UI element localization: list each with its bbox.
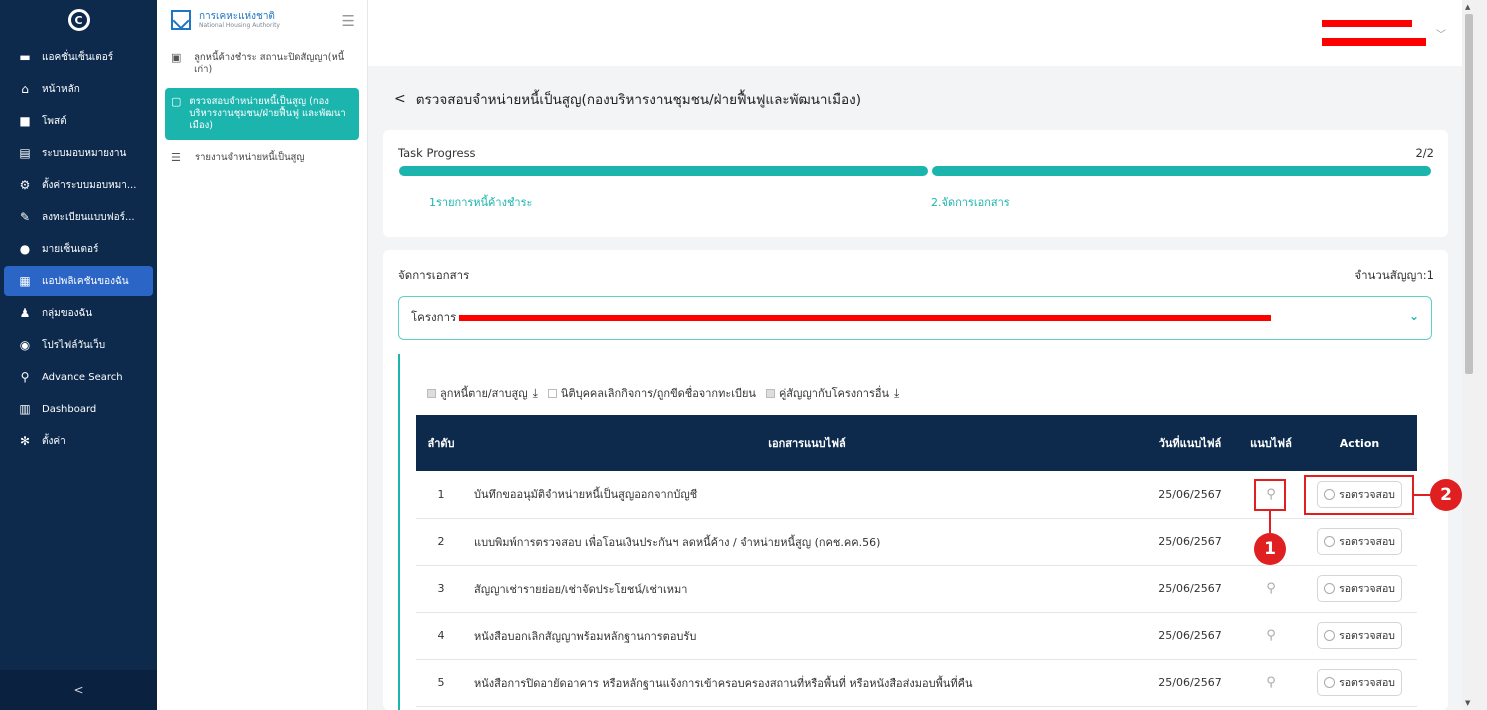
- sidebar-item-advance-search[interactable]: ⚲ Advance Search: [4, 362, 153, 392]
- progress-step-1[interactable]: 1รายการหนี้ค้างชำระ: [429, 193, 532, 211]
- sidebar-item-post[interactable]: ■ โพสต์: [4, 106, 153, 136]
- brand-title: การเคหะแห่งชาติ: [199, 11, 275, 22]
- top-bar: ﹀: [368, 0, 1462, 66]
- hamburger-menu-icon[interactable]: ☰: [342, 12, 355, 30]
- gear-icon: ⚙: [19, 178, 31, 192]
- brand-subtitle: National Housing Authority: [199, 22, 280, 29]
- review-status-button[interactable]: รอตรวจสอบ: [1317, 528, 1402, 555]
- review-status-button[interactable]: รอตรวจสอบ: [1317, 669, 1402, 696]
- sidebar-item-action-center[interactable]: ▬ แอคชั่นเซ็นเตอร์: [4, 42, 153, 72]
- brand: การเคหะแห่งชาติ National Housing Authori…: [157, 0, 367, 40]
- annotation-badge-1: 1: [1254, 533, 1286, 565]
- radio-icon: [1324, 583, 1336, 594]
- document-management-card: จัดการเอกสาร จำนวนสัญญา:1 โครงการ : ⌄ ลู…: [383, 250, 1448, 710]
- review-status-button[interactable]: รอตรวจสอบ: [1317, 575, 1402, 602]
- review-status-button[interactable]: รอตรวจสอบ: [1317, 622, 1402, 649]
- scroll-down-icon[interactable]: ▼: [1465, 699, 1470, 707]
- checkbox-deceased[interactable]: [427, 388, 436, 398]
- inbox-icon: ▬: [19, 50, 31, 64]
- chevron-down-icon[interactable]: ⌄: [1409, 309, 1419, 323]
- sidebar-item-profile[interactable]: ◉ โปรไฟล์วันเว็บ: [4, 330, 153, 360]
- table-row: 4 หนังสือบอกเลิกสัญญาพร้อมหลักฐานการตอบร…: [416, 612, 1417, 660]
- col-document: เอกสารแนบไฟล์: [466, 415, 1140, 471]
- checkbox-other-project[interactable]: [765, 388, 775, 398]
- highlight-action: [1304, 475, 1414, 515]
- progress-step-2[interactable]: 2.จัดการเอกสาร: [931, 193, 1010, 211]
- back-button[interactable]: <: [394, 91, 406, 107]
- sidebar-item-form-register[interactable]: ✎ ลงทะเบียนแบบฟอร์...: [4, 202, 153, 232]
- menu-item-bad-debt-review[interactable]: ▢ ตรวจสอบจำหน่ายหนี้เป็นสูญ (กองบริหารงาน…: [165, 88, 359, 140]
- col-date: วันที่แนบไฟล์: [1140, 415, 1240, 471]
- page-title: < ตรวจสอบจำหน่ายหนี้เป็นสูญ(กองบริหารงาน…: [394, 91, 861, 108]
- apps-icon: ▦: [19, 274, 31, 288]
- table-row: 3 สัญญาเช่ารายย่อย/เช่าจัดประโยชน์/เช่าเ…: [416, 565, 1417, 613]
- highlight-attachment: [1254, 479, 1286, 511]
- menu-item-outstanding-debtors[interactable]: ▣ ลูกหนี้ค้างชำระ สถานะปิดสัญญา(หนี้เก่า): [165, 44, 359, 84]
- radio-icon: [1324, 677, 1336, 688]
- project-label: โครงการ :: [411, 310, 464, 324]
- app-window: C ▬ แอคชั่นเซ็นเตอร์ ⌂ หน้าหลัก ■ โพสต์ ▤ ระ…: [0, 0, 1487, 710]
- sidebar-item-my-groups[interactable]: ♟ กลุ่มของฉัน: [4, 298, 153, 328]
- project-accordion[interactable]: โครงการ : ⌄: [398, 296, 1432, 340]
- sidebar-collapse-button[interactable]: <: [0, 670, 157, 710]
- search-icon[interactable]: ⚲: [1266, 628, 1276, 643]
- list-icon: ☰: [171, 151, 181, 164]
- col-action: Action: [1302, 415, 1417, 471]
- scroll-thumb[interactable]: [1465, 14, 1473, 374]
- scrollbar[interactable]: ▲ ▼: [1462, 0, 1487, 710]
- search-icon[interactable]: ⚲: [1266, 581, 1276, 596]
- search-icon[interactable]: ⚲: [1266, 675, 1276, 690]
- contract-count: จำนวนสัญญา:1: [1354, 268, 1434, 282]
- group-icon: ♟: [19, 306, 31, 320]
- radio-icon: [1324, 536, 1336, 547]
- profile-icon: ◉: [19, 338, 31, 352]
- document-icon: ▢: [171, 95, 182, 108]
- main-sidebar: C ▬ แอคชั่นเซ็นเตอร์ ⌂ หน้าหลัก ■ โพสต์ ▤ ระ…: [0, 0, 157, 710]
- sidebar-item-assignment-settings[interactable]: ⚙ ตั้งค่าระบบมอบหมา...: [4, 170, 153, 200]
- assignment-icon: ▤: [19, 146, 31, 160]
- progress-bar-step-1: [399, 166, 928, 176]
- settings-icon: ✻: [19, 434, 31, 448]
- checkbox-dissolved[interactable]: [547, 388, 557, 398]
- task-progress-card: Task Progress 2/2 1รายการหนี้ค้างชำระ 2.…: [383, 130, 1448, 237]
- col-attachment: แนบไฟล์: [1240, 415, 1302, 471]
- download-icon[interactable]: ⤓: [894, 386, 899, 401]
- search-icon: ⚲: [20, 370, 30, 384]
- progress-count: 2/2: [1415, 146, 1434, 160]
- radio-icon: [1324, 630, 1336, 641]
- progress-label: Task Progress: [398, 146, 476, 160]
- menu-item-bad-debt-report[interactable]: ☰ รายงานจำหน่ายหนี้เป็นสูญ: [165, 144, 359, 172]
- post-icon: ■: [19, 114, 31, 128]
- annotation-line: [1269, 511, 1271, 533]
- app-menu-panel: การเคหะแห่งชาติ National Housing Authori…: [157, 0, 368, 710]
- annotation-badge-2: 2: [1430, 479, 1462, 511]
- scroll-up-icon[interactable]: ▲: [1465, 3, 1470, 11]
- redaction-mark: [1322, 20, 1412, 27]
- user-menu-chevron-icon[interactable]: ﹀: [1436, 26, 1446, 41]
- sidebar-item-dashboard[interactable]: ▥ Dashboard: [4, 394, 153, 424]
- chevron-left-icon: <: [73, 683, 84, 697]
- progress-bar-step-2: [932, 166, 1431, 176]
- section-indicator: [398, 354, 400, 710]
- sidebar-item-home[interactable]: ⌂ หน้าหลัก: [4, 74, 153, 104]
- nha-logo-icon: [171, 10, 191, 30]
- sidebar-item-settings[interactable]: ✻ ตั้งค่า: [4, 426, 153, 456]
- calendar-icon: ▣: [171, 51, 182, 64]
- download-icon[interactable]: ⤓: [533, 386, 538, 401]
- sidebar-item-my-center[interactable]: ● มายเซ็นเตอร์: [4, 234, 153, 264]
- user-icon: ●: [19, 242, 31, 256]
- home-icon: ⌂: [21, 82, 29, 96]
- col-no: ลำดับ: [416, 415, 466, 471]
- redaction-mark: [459, 315, 1271, 321]
- chart-icon: ▥: [19, 402, 31, 416]
- app-logo[interactable]: C: [0, 0, 157, 40]
- section-title: จัดการเอกสาร: [398, 268, 470, 282]
- redaction-mark: [1322, 38, 1426, 46]
- table-row: 5 หนังสือการปิดอายัดอาคาร หรือหลักฐานแจ้…: [416, 659, 1417, 707]
- form-icon: ✎: [19, 210, 31, 224]
- sidebar-item-assignment[interactable]: ▤ ระบบมอบหมายงาน: [4, 138, 153, 168]
- sidebar-item-my-apps[interactable]: ▦ แอปพลิเคชันของฉัน: [4, 266, 153, 296]
- attachment-legend: ลูกหนี้ตาย/สาบสูญ ⤓ นิติบุคคลเลิกกิจการ/…: [427, 384, 909, 402]
